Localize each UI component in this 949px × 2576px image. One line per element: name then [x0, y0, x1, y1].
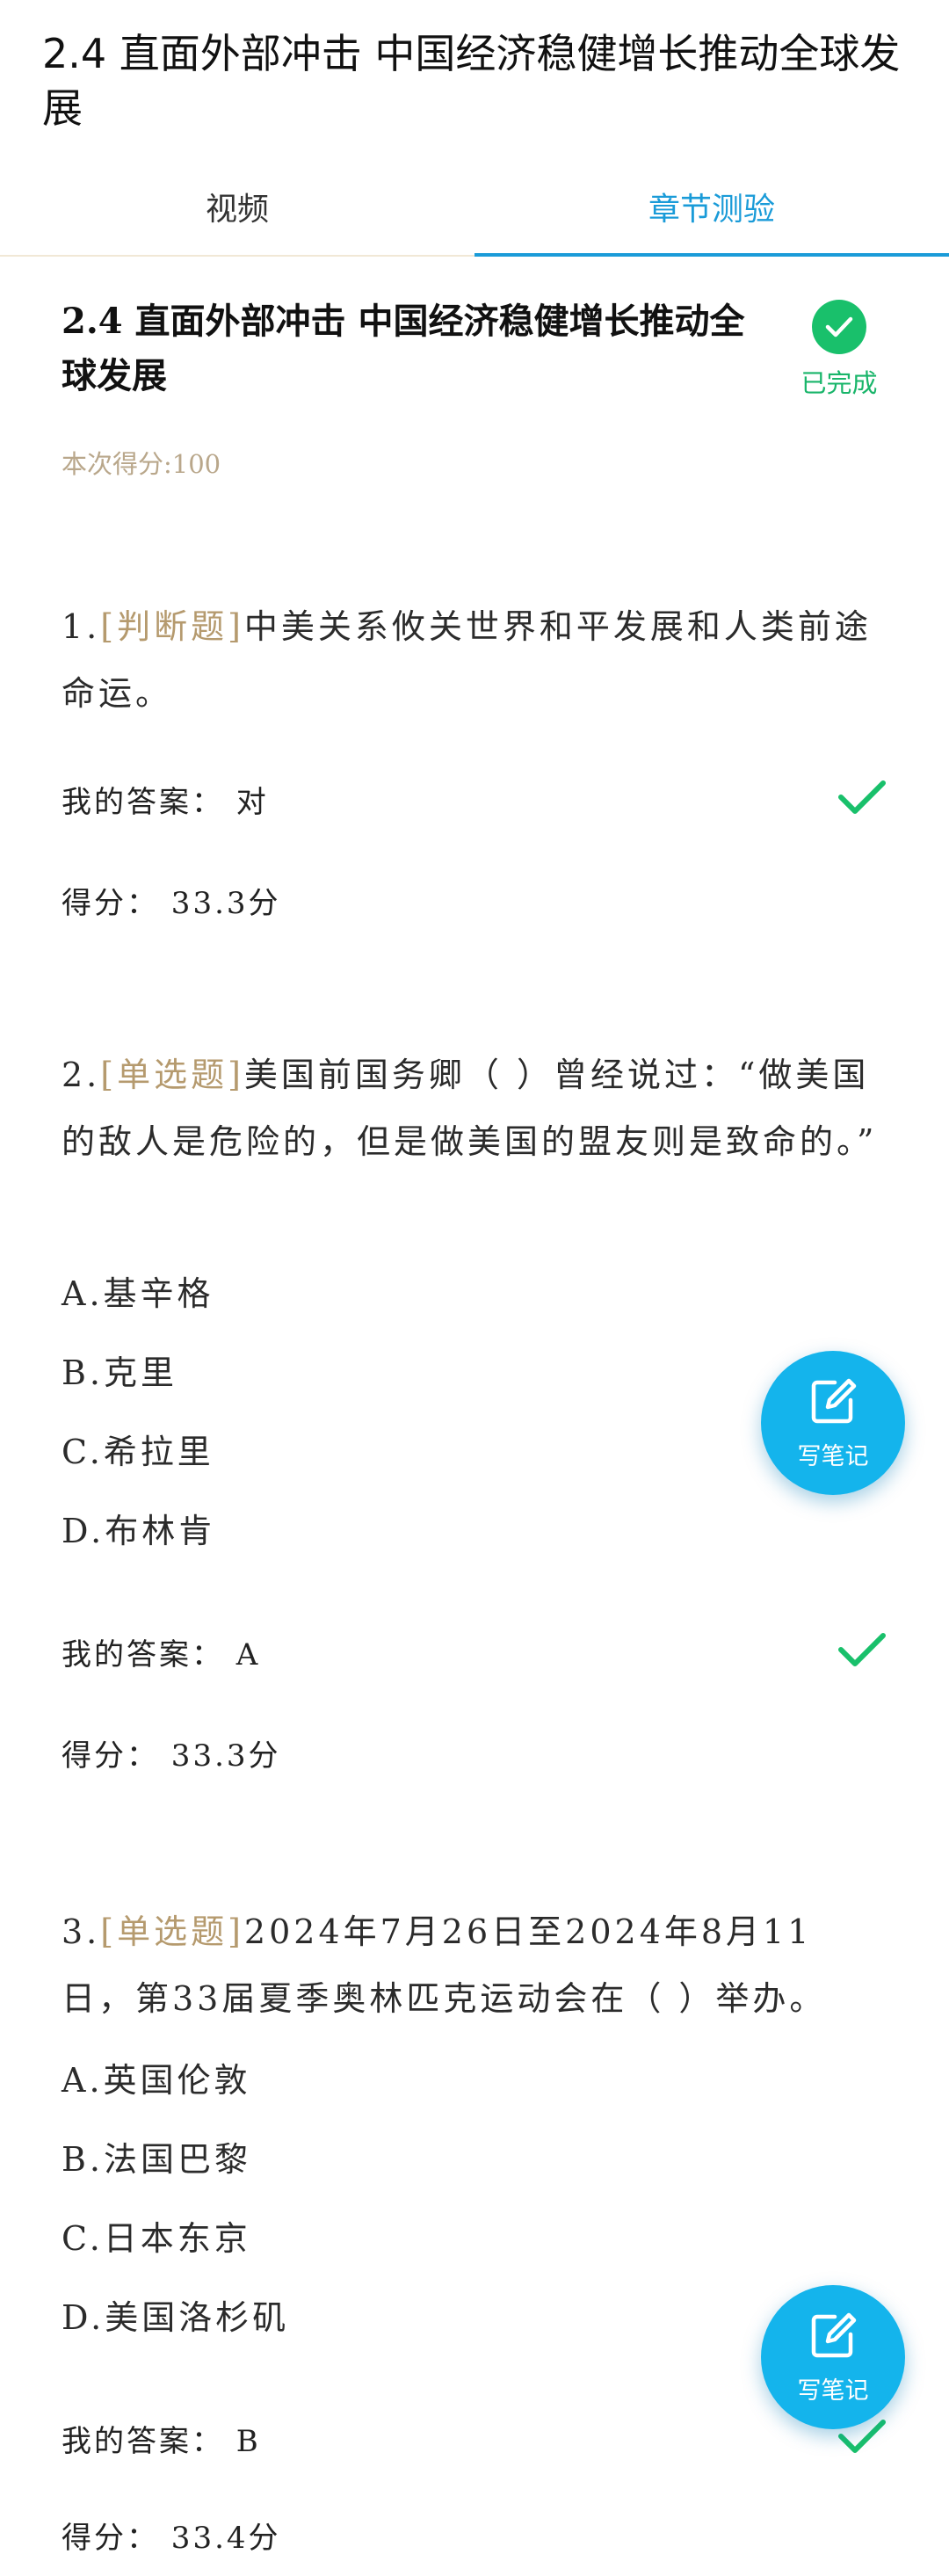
quiz-title: 2.4 直面外部冲击 中国经济稳健增长推动全球发展 — [62, 301, 745, 396]
tab-chapter-quiz-label: 章节测验 — [648, 192, 775, 228]
option-a[interactable]: A.英国伦敦 — [62, 2061, 251, 2100]
tab-chapter-quiz[interactable]: 章节测验 — [474, 158, 949, 257]
question-1-text-block: 1.[判断题]中美关系攸关世界和平发展和人类前途命运。 — [62, 593, 879, 727]
question-number: 3. — [62, 1912, 101, 1951]
edit-note-icon — [807, 2310, 859, 2366]
question-score: 得分： 33.4分 — [62, 2521, 281, 2556]
question-1: 1.[判断题]中美关系攸关世界和平发展和人类前途命运。 我的答案： 对 得分： … — [62, 593, 886, 936]
check-circle-icon — [812, 300, 866, 354]
option-d[interactable]: D.布林肯 — [62, 1512, 215, 1550]
edit-note-icon — [807, 1375, 859, 1432]
write-note-label: 写笔记 — [797, 2376, 869, 2405]
correct-check-icon — [837, 1630, 887, 1673]
write-note-button[interactable]: 写笔记 — [761, 1351, 905, 1495]
my-answer-row: 我的答案： 对 — [62, 778, 887, 822]
my-answer: 我的答案： A — [62, 1637, 261, 1673]
my-answer: 我的答案： B — [62, 2424, 261, 2459]
tab-video[interactable]: 视频 — [0, 158, 474, 255]
my-answer-row: 我的答案： B — [62, 2417, 887, 2461]
option-a[interactable]: A.基辛格 — [62, 1274, 214, 1313]
option-c[interactable]: C.希拉里 — [62, 1433, 214, 1471]
question-type-tag: [单选题] — [100, 1912, 244, 1951]
question-type-tag: [单选题] — [100, 1056, 244, 1094]
option-b[interactable]: B.法国巴黎 — [62, 2140, 251, 2179]
question-number: 2. — [62, 1056, 101, 1094]
tab-video-label: 视频 — [205, 192, 269, 228]
completion-status: 已完成 — [791, 300, 887, 400]
page-title: 2.4 直面外部冲击 中国经济稳健增长推动全球发展 — [42, 30, 901, 132]
my-answer: 我的答案： 对 — [62, 785, 269, 820]
question-score: 得分： 33.3分 — [62, 1738, 281, 1774]
completion-status-label: 已完成 — [800, 368, 878, 398]
question-3-text-block: 3.[单选题]2024年7月26日至2024年8月11日，第33届夏季奥林匹克运… — [62, 1898, 879, 2032]
my-answer-row: 我的答案： A — [62, 1630, 887, 1674]
write-note-button[interactable]: 写笔记 — [761, 2285, 905, 2429]
question-2-text-block: 2.[单选题]美国前国务卿（ ）曾经说过：“做美国的敌人是危险的，但是做美国的盟… — [62, 1041, 879, 1175]
option-c[interactable]: C.日本东京 — [62, 2219, 251, 2258]
option-d[interactable]: D.美国洛杉矶 — [62, 2298, 289, 2337]
option-b[interactable]: B.克里 — [62, 1353, 177, 1392]
write-note-label: 写笔记 — [797, 1442, 869, 1470]
question-type-tag: [判断题] — [100, 607, 244, 646]
question-number: 1. — [62, 607, 101, 646]
question-score: 得分： 33.3分 — [62, 886, 281, 921]
correct-check-icon — [837, 778, 887, 820]
tab-bar: 视频 章节测验 — [0, 158, 949, 257]
quiz-header: 2.4 直面外部冲击 中国经济稳健增长推动全球发展 已完成 — [62, 294, 887, 417]
total-score: 本次得分:100 — [62, 449, 221, 479]
question-3: 3.[单选题]2024年7月26日至2024年8月11日，第33届夏季奥林匹克运… — [62, 1898, 886, 2575]
question-2: 2.[单选题]美国前国务卿（ ）曾经说过：“做美国的敌人是危险的，但是做美国的盟… — [62, 1041, 886, 1789]
